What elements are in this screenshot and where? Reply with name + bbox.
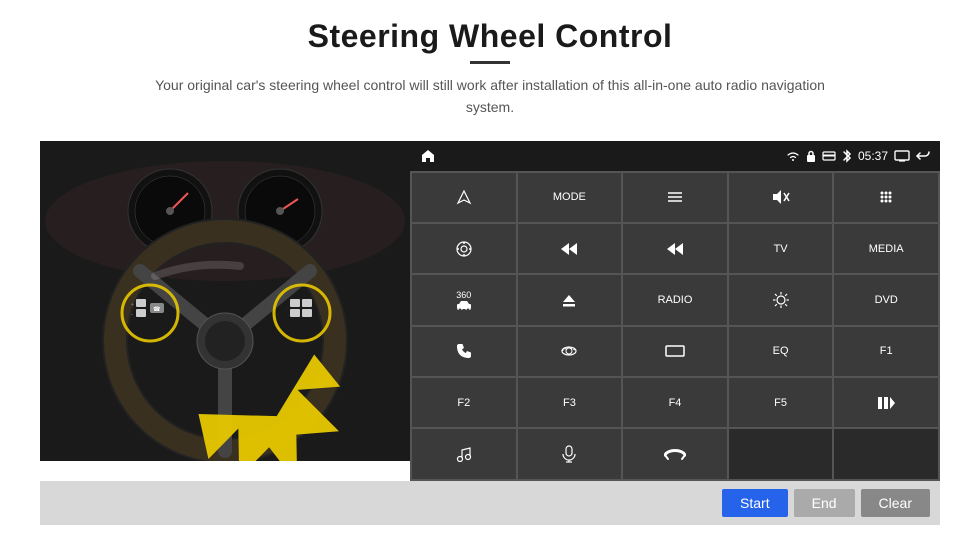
control-panel: 05:37 <box>410 141 940 481</box>
btn-navigate[interactable] <box>412 173 516 222</box>
btn-f5[interactable]: F5 <box>729 378 833 427</box>
btn-f3[interactable]: F3 <box>518 378 622 427</box>
status-bar-left <box>420 148 436 164</box>
bottom-bar: Start End Clear <box>40 481 940 525</box>
display-icon <box>894 150 910 162</box>
btn-radio[interactable]: RADIO <box>623 275 727 324</box>
end-button[interactable]: End <box>794 489 855 517</box>
bluetooth-icon <box>842 149 852 163</box>
btn-mute[interactable] <box>729 173 833 222</box>
btn-eq[interactable]: EQ <box>729 327 833 376</box>
eject-icon <box>561 293 577 307</box>
rectangle-icon <box>665 344 685 358</box>
360-label: 360 <box>455 291 473 310</box>
btn-f2[interactable]: F2 <box>412 378 516 427</box>
microphone-icon <box>562 445 576 463</box>
clear-button[interactable]: Clear <box>861 489 930 517</box>
title-section: Steering Wheel Control Your original car… <box>140 18 840 119</box>
btn-fast-forward[interactable] <box>623 224 727 273</box>
brightness-icon <box>772 291 790 309</box>
btn-music[interactable] <box>412 429 516 478</box>
svg-text:☎: ☎ <box>153 306 161 313</box>
btn-apps[interactable] <box>834 173 938 222</box>
navigate-icon <box>456 189 472 205</box>
btn-orbit[interactable] <box>518 327 622 376</box>
page-title: Steering Wheel Control <box>140 18 840 55</box>
mute-icon <box>772 189 790 205</box>
btn-media[interactable]: MEDIA <box>834 224 938 273</box>
btn-f1[interactable]: F1 <box>834 327 938 376</box>
steering-wheel-image: + - ☎ <box>40 141 410 461</box>
phone-end-icon <box>664 447 686 461</box>
btn-brightness[interactable] <box>729 275 833 324</box>
status-bar-right: 05:37 <box>786 149 930 163</box>
btn-rectangle[interactable] <box>623 327 727 376</box>
btn-play-pause[interactable] <box>834 378 938 427</box>
button-grid: MODE <box>410 171 940 481</box>
status-time: 05:37 <box>858 149 888 163</box>
btn-mode[interactable]: MODE <box>518 173 622 222</box>
btn-phone[interactable] <box>412 327 516 376</box>
play-pause-icon <box>877 396 895 410</box>
car-icon <box>455 300 473 310</box>
music-note-icon <box>456 446 472 462</box>
btn-empty-2[interactable] <box>834 429 938 478</box>
card-icon <box>822 151 836 161</box>
back-icon <box>916 150 930 162</box>
list-icon <box>667 190 683 204</box>
btn-microphone[interactable] <box>518 429 622 478</box>
content-area: + - ☎ <box>40 141 940 481</box>
subtitle: Your original car's steering wheel contr… <box>140 74 840 119</box>
fast-forward-icon <box>666 242 684 256</box>
apps-icon <box>878 189 894 205</box>
btn-f4[interactable]: F4 <box>623 378 727 427</box>
status-bar: 05:37 <box>410 141 940 171</box>
btn-empty-1[interactable] <box>729 429 833 478</box>
wifi-icon <box>786 150 800 162</box>
title-divider <box>470 61 510 64</box>
btn-eject[interactable] <box>518 275 622 324</box>
btn-360-car[interactable]: 360 <box>412 275 516 324</box>
start-button[interactable]: Start <box>722 489 788 517</box>
lock-icon <box>806 150 816 162</box>
phone-icon <box>456 343 472 359</box>
svg-text:+: + <box>131 303 134 308</box>
home-icon <box>420 148 436 164</box>
btn-tv[interactable]: TV <box>729 224 833 273</box>
rewind-icon <box>560 242 578 256</box>
orbit-icon <box>560 343 578 359</box>
btn-rewind[interactable] <box>518 224 622 273</box>
btn-list[interactable] <box>623 173 727 222</box>
btn-phone-end[interactable] <box>623 429 727 478</box>
page-container: Steering Wheel Control Your original car… <box>0 0 980 544</box>
btn-dvd[interactable]: DVD <box>834 275 938 324</box>
settings-circle-icon <box>455 240 473 258</box>
btn-settings-circle[interactable] <box>412 224 516 273</box>
